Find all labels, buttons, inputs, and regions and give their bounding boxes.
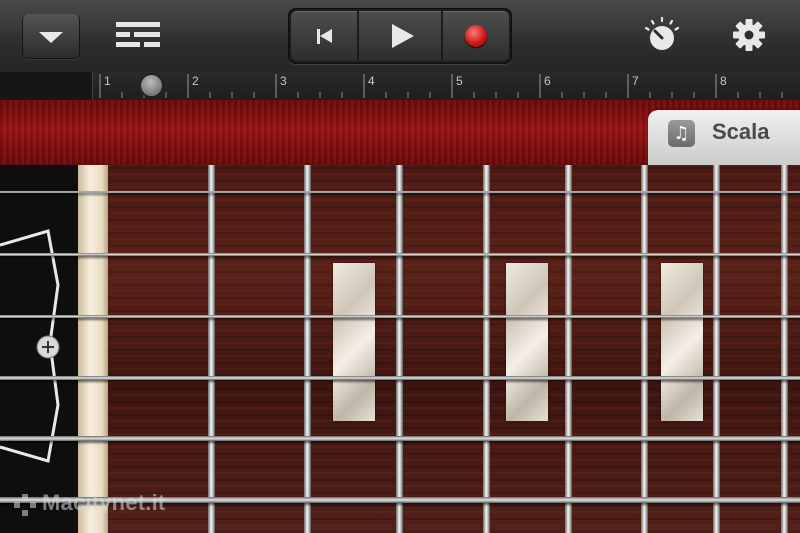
headstock-outline (0, 229, 60, 463)
record-icon (465, 25, 487, 47)
tracks-view-icon (116, 22, 160, 47)
chevron-down-icon (39, 32, 63, 43)
timeline-ruler[interactable]: 1 2 3 4 5 6 7 8 (0, 72, 800, 101)
scale-tab-label: Scala (712, 119, 770, 144)
tempo-knob-icon (644, 16, 680, 50)
toolbar (0, 0, 800, 73)
ruler-bar-number: 6 (544, 74, 551, 88)
headstock (0, 165, 78, 533)
guitar-string[interactable] (0, 315, 800, 318)
playhead-handle[interactable] (141, 75, 162, 96)
fret-wire (304, 165, 311, 533)
nut (78, 165, 108, 533)
ruler-bar-number: 5 (456, 74, 463, 88)
fret-inlay (333, 263, 375, 421)
play-button[interactable] (359, 11, 441, 61)
music-note-icon: ♫ (668, 120, 695, 147)
ruler-bar-number: 4 (368, 74, 375, 88)
fret-wire (208, 165, 215, 533)
ruler-bar-number: 3 (280, 74, 287, 88)
guitar-string[interactable] (0, 376, 800, 380)
fret-wire (781, 165, 788, 533)
watermark-text: Macitynet.it (42, 490, 166, 515)
ruler-ticks: 1 2 3 4 5 6 7 8 (99, 74, 783, 98)
fret-wire (713, 165, 720, 533)
rewind-button[interactable] (291, 11, 357, 61)
fretboard[interactable] (0, 165, 800, 533)
watermark-logo-icon (14, 494, 36, 516)
fret-wire (483, 165, 490, 533)
scale-tab[interactable]: ♫ Scala (648, 110, 800, 168)
record-button[interactable] (443, 11, 509, 61)
ruler-bar-number: 7 (632, 74, 639, 88)
tracks-view-button[interactable] (116, 20, 160, 50)
guitar-string[interactable] (0, 436, 800, 441)
ruler-bar-number: 1 (104, 74, 111, 88)
guitar-string[interactable] (0, 253, 800, 256)
fret-wire (565, 165, 572, 533)
fret-inlay (506, 263, 548, 421)
fret-inlay (661, 263, 703, 421)
fret-wire (396, 165, 403, 533)
fret-wire (641, 165, 648, 533)
settings-button[interactable] (730, 16, 768, 54)
gear-icon (733, 19, 765, 51)
ruler-bar-number: 8 (720, 74, 727, 88)
guitar-string[interactable] (0, 191, 800, 193)
transport-controls (288, 8, 512, 64)
ruler-bar-number: 2 (192, 74, 199, 88)
play-icon (392, 24, 414, 48)
tempo-knob-button[interactable] (644, 16, 680, 54)
menu-button[interactable] (22, 13, 80, 59)
